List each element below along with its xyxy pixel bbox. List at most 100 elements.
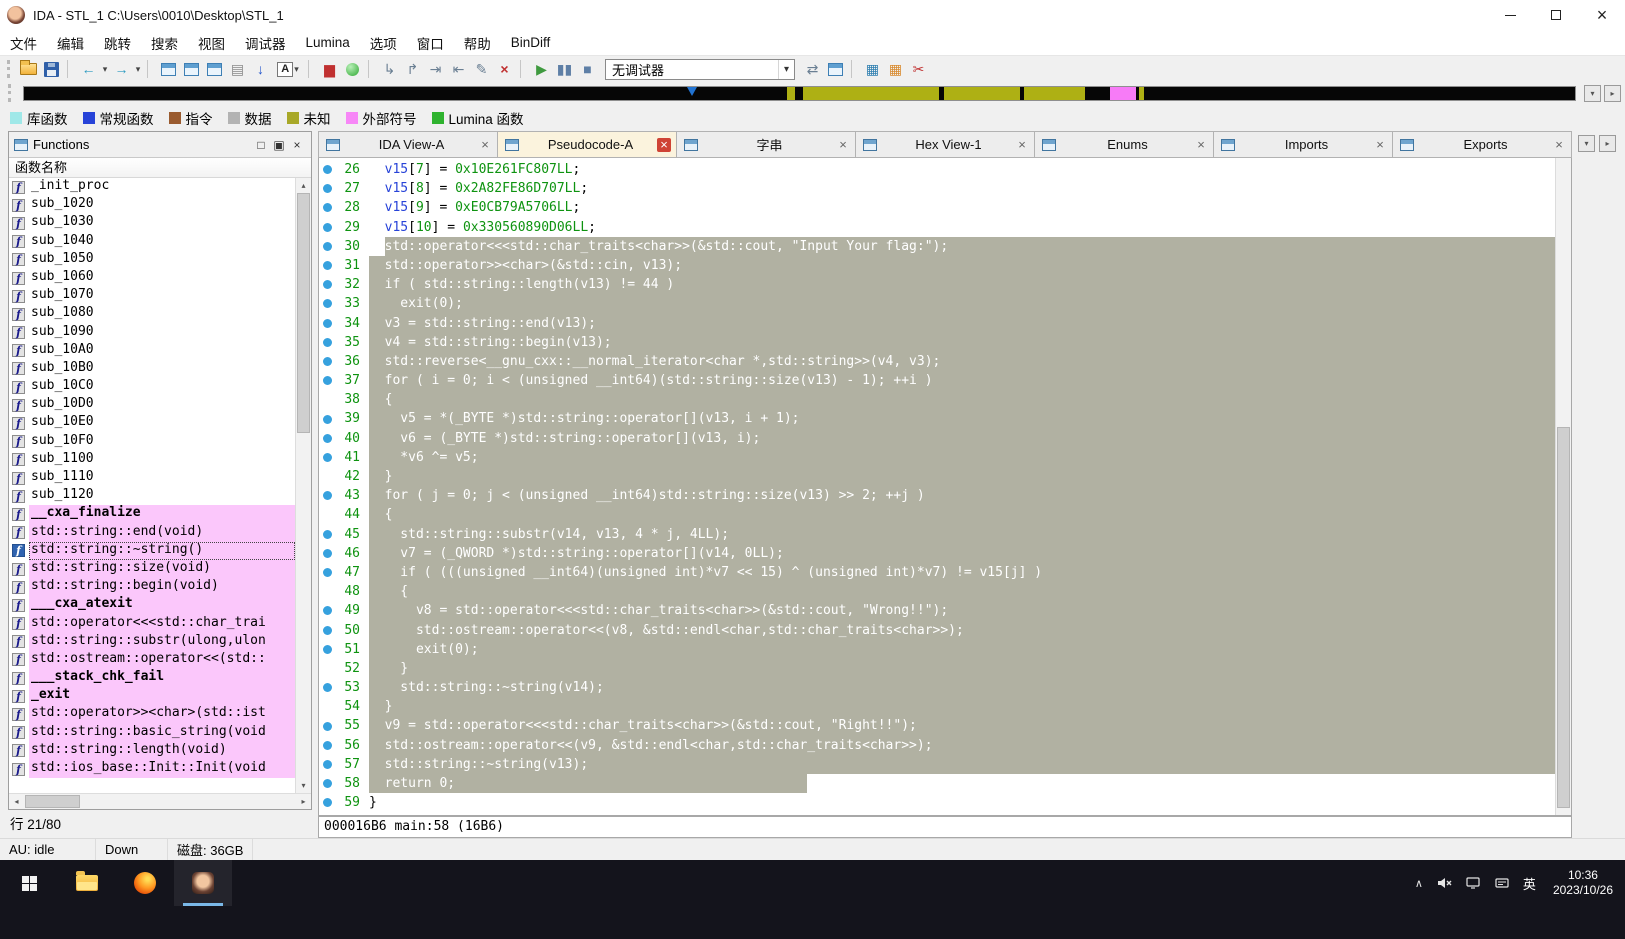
function-row[interactable]: f sub_1020 xyxy=(9,196,295,214)
tab-pseudocode-a[interactable]: Pseudocode-A × xyxy=(498,131,677,158)
start-process-icon[interactable]: ▶ xyxy=(530,58,553,80)
panel-float-button[interactable]: ▣ xyxy=(270,138,288,152)
function-row[interactable]: f sub_10A0 xyxy=(9,342,295,360)
code-line[interactable]: 53 std::string::~string(v14); xyxy=(319,678,1571,698)
panel-close-button[interactable]: × xyxy=(288,138,306,152)
function-row[interactable]: f std::string::size(void) xyxy=(9,559,295,579)
code-line[interactable]: 32 if ( std::string::length(v13) != 44 ) xyxy=(319,275,1571,295)
minimize-button[interactable] xyxy=(1487,0,1533,30)
code-line[interactable]: 41 *v6 ^= v5; xyxy=(319,447,1571,467)
close-button[interactable]: × xyxy=(1579,0,1625,30)
code-line[interactable]: 49 v8 = std::operator<<<std::char_traits… xyxy=(319,601,1571,621)
tab-scroll-button[interactable]: ▸ xyxy=(1599,135,1616,152)
functions-vertical-scrollbar[interactable]: ▴ ▾ xyxy=(295,178,311,793)
function-row[interactable]: f sub_1040 xyxy=(9,233,295,251)
function-row[interactable]: f std::string::end(void) xyxy=(9,523,295,542)
tab-strings[interactable]: 字串 × xyxy=(677,131,856,158)
cut-icon[interactable]: ✂ xyxy=(907,58,930,80)
code-line[interactable]: 47 if ( (((unsigned __int64)(unsigned in… xyxy=(319,562,1571,583)
code-line[interactable]: 57 std::string::~string(v13); xyxy=(319,754,1571,774)
function-row[interactable]: f std::string::~string() xyxy=(9,541,295,560)
code-line[interactable]: 51 exit(0); xyxy=(319,639,1571,659)
code-line[interactable]: 58 return 0; xyxy=(319,774,1571,794)
tab-close-button[interactable]: × xyxy=(1194,138,1208,152)
jump-by-name-icon[interactable] xyxy=(157,58,180,80)
function-row[interactable]: f ___stack_chk_fail xyxy=(9,669,295,688)
tab-ida-view-a[interactable]: IDA View-A × xyxy=(318,131,498,158)
function-row[interactable]: f _init_proc xyxy=(9,178,295,196)
code-line[interactable]: 31 std::operator>><char>(&std::cin, v13)… xyxy=(319,255,1571,276)
scroll-up-button[interactable]: ▴ xyxy=(296,178,311,193)
segments-icon[interactable]: ▦ xyxy=(884,58,907,80)
touch-keyboard-icon[interactable] xyxy=(1494,875,1510,891)
cancel-icon[interactable]: × xyxy=(493,58,516,80)
tab-imports[interactable]: Imports × xyxy=(1214,131,1393,158)
code-line[interactable]: 37 for ( i = 0; i < (unsigned __int64)(s… xyxy=(319,371,1571,391)
function-row[interactable]: f sub_1110 xyxy=(9,469,295,487)
snapshot-icon[interactable]: ▆ xyxy=(318,58,341,80)
column-header-function-name[interactable]: 函数名称 xyxy=(9,158,311,178)
font-options-icon[interactable]: A ▾ xyxy=(272,58,304,80)
run-to-cursor-icon[interactable]: ⇤ xyxy=(447,58,470,80)
code-line[interactable]: 38 { xyxy=(319,390,1571,410)
function-row[interactable]: f std::string::substr(ulong,ulon xyxy=(9,632,295,651)
function-row[interactable]: f __cxa_finalize xyxy=(9,505,295,524)
code-line[interactable]: 33 exit(0); xyxy=(319,294,1571,314)
menu-item-search[interactable]: 搜索 xyxy=(141,30,188,55)
tab-exports[interactable]: Exports × xyxy=(1393,131,1572,158)
function-row[interactable]: f std::string::begin(void) xyxy=(9,578,295,597)
scrollbar-thumb[interactable] xyxy=(1557,427,1570,809)
function-row[interactable]: f sub_1060 xyxy=(9,269,295,287)
function-row[interactable]: f sub_1030 xyxy=(9,214,295,232)
menu-item-jump[interactable]: 跳转 xyxy=(94,30,141,55)
menu-item-bindiff[interactable]: BinDiff xyxy=(501,30,561,55)
print-icon[interactable]: ▤ xyxy=(226,58,249,80)
code-line[interactable]: 29 v15[10] = 0x330560890D06LL; xyxy=(319,218,1571,237)
pseudocode-pane[interactable]: 26 v15[7] = 0x10E261FC807LL; 27 v15[8] = … xyxy=(318,158,1572,816)
tab-close-button[interactable]: × xyxy=(1015,138,1029,152)
scrollbar-thumb[interactable] xyxy=(25,795,80,808)
function-row[interactable]: f sub_10C0 xyxy=(9,378,295,396)
functions-panel-titlebar[interactable]: Functions □ ▣ × xyxy=(9,132,311,158)
tray-expand-icon[interactable]: ∧ xyxy=(1415,877,1423,890)
function-row[interactable]: f sub_10B0 xyxy=(9,360,295,378)
run-until-return-icon[interactable]: ⇥ xyxy=(424,58,447,80)
code-line[interactable]: 42 } xyxy=(319,467,1571,487)
menu-item-lumina[interactable]: Lumina xyxy=(296,30,360,55)
code-line[interactable]: 54 } xyxy=(319,697,1571,717)
debugger-select[interactable]: 无调试器 ▾ xyxy=(605,58,795,80)
back-history-caret[interactable]: ▾ xyxy=(100,58,110,80)
navigation-band[interactable] xyxy=(23,85,1576,101)
code-line[interactable]: 59} xyxy=(319,793,1571,812)
lumina-icon[interactable] xyxy=(341,58,364,80)
navband-menu-button[interactable]: ▸ xyxy=(1604,84,1621,102)
menu-item-edit[interactable]: 编辑 xyxy=(47,30,94,55)
tab-close-button[interactable]: × xyxy=(836,138,850,152)
function-row[interactable]: f std::operator<<<std::char_trai xyxy=(9,614,295,633)
menu-item-options[interactable]: 选项 xyxy=(360,30,407,55)
function-row[interactable]: f std::ios_base::Init::Init(void xyxy=(9,760,295,779)
code-line[interactable]: 45 std::string::substr(v14, v13, 4 * j, … xyxy=(319,524,1571,544)
scroll-right-button[interactable]: ▸ xyxy=(296,794,311,809)
function-row[interactable]: f std::string::basic_string(void xyxy=(9,723,295,742)
code-line[interactable]: 43 for ( j = 0; j < (unsigned __int64)st… xyxy=(319,486,1571,506)
jump-xrefs-icon[interactable] xyxy=(203,58,226,80)
pause-process-icon[interactable]: ▮▮ xyxy=(553,58,576,80)
code-line[interactable]: 39 v5 = *(_BYTE *)std::string::operator[… xyxy=(319,409,1571,429)
taskbar-file-explorer[interactable] xyxy=(58,860,116,906)
database-icon[interactable]: ▦ xyxy=(861,58,884,80)
volume-muted-icon[interactable] xyxy=(1436,875,1452,891)
code-line[interactable]: 34 v3 = std::string::end(v13); xyxy=(319,313,1571,333)
start-button[interactable] xyxy=(0,860,58,906)
stop-process-icon[interactable]: ■ xyxy=(576,58,599,80)
function-row[interactable]: f sub_1050 xyxy=(9,251,295,269)
edit-icon[interactable]: ✎ xyxy=(470,58,493,80)
function-row[interactable]: f sub_10E0 xyxy=(9,414,295,432)
pseudocode-vertical-scrollbar[interactable] xyxy=(1555,158,1571,815)
debugger-windows-icon[interactable] xyxy=(824,58,847,80)
tab-list-button[interactable]: ▾ xyxy=(1578,135,1595,152)
save-file-icon[interactable] xyxy=(40,58,63,80)
functions-horizontal-scrollbar[interactable]: ◂ ▸ xyxy=(9,793,311,809)
tab-close-button[interactable]: × xyxy=(1373,138,1387,152)
tab-close-button[interactable]: × xyxy=(657,137,671,152)
